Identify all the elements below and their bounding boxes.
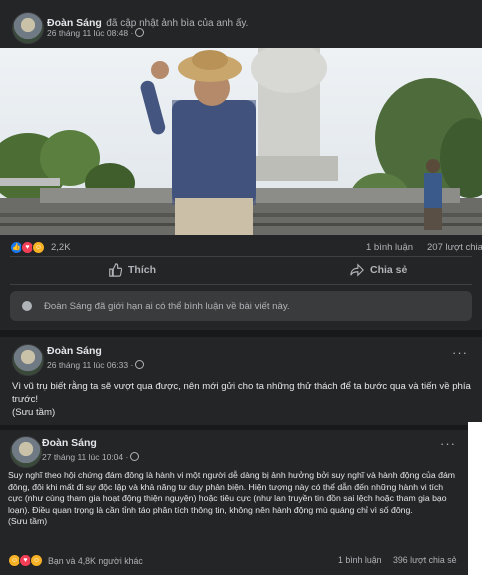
more-options-icon[interactable]: ··· xyxy=(452,345,468,360)
divider xyxy=(10,284,472,285)
page-edge xyxy=(468,422,482,575)
post-timestamp[interactable]: 26 tháng 11 lúc 08:48 · xyxy=(47,28,133,38)
post-card-cover-update: Đoàn Sáng đã cập nhật ảnh bìa của anh ấy… xyxy=(0,0,482,330)
reaction-text: Bạn và 4,8K người khác xyxy=(48,555,143,566)
share-button[interactable]: Chia sẻ xyxy=(350,263,407,277)
thumbs-up-icon xyxy=(109,263,122,277)
share-count[interactable]: 207 lượt chia xyxy=(427,242,482,253)
notice-text: Đoàn Sáng đã giới hạn ai có thể bình luậ… xyxy=(44,300,290,312)
reaction-count: 2,2K xyxy=(51,242,71,253)
author-name[interactable]: Đoàn Sáng xyxy=(47,345,102,357)
post-timestamp[interactable]: 27 tháng 11 lúc 10:04 · xyxy=(42,452,128,462)
laugh-reaction-icon: ☺ xyxy=(30,554,43,567)
author-name[interactable]: Đoàn Sáng xyxy=(42,437,97,449)
cover-photo[interactable] xyxy=(0,48,482,235)
more-options-icon[interactable]: ··· xyxy=(440,436,456,451)
share-count[interactable]: 396 lượt chia sẻ xyxy=(393,555,457,565)
post-text: Vì vũ trụ biết rằng ta sẽ vượt qua được,… xyxy=(12,381,471,405)
restriction-icon xyxy=(22,301,32,311)
post-source: (Sưu tầm) xyxy=(12,407,56,418)
haha-reaction-icon: ☺ xyxy=(32,241,45,254)
like-label: Thích xyxy=(128,264,156,276)
avatar[interactable] xyxy=(12,12,44,44)
divider xyxy=(10,256,472,257)
avatar[interactable] xyxy=(12,344,44,376)
globe-icon xyxy=(135,28,145,37)
post-timestamp[interactable]: 26 tháng 11 lúc 06:33 · xyxy=(47,360,133,370)
post-card-text: Đoàn Sáng 26 tháng 11 lúc 06:33 · ··· Vì… xyxy=(0,337,482,425)
globe-icon xyxy=(130,452,140,461)
post-card-text: Đoàn Sáng 27 tháng 11 lúc 10:04 · ··· Su… xyxy=(0,430,468,575)
post-text: Suy nghĩ theo hội chứng đám đông là hành… xyxy=(8,470,456,515)
post-source: (Sưu tầm) xyxy=(8,516,48,526)
share-label: Chia sẻ xyxy=(370,264,408,276)
comment-count[interactable]: 1 bình luận xyxy=(366,242,413,253)
reaction-summary[interactable]: 👍 ♥ ☺ 2,2K xyxy=(10,241,71,254)
like-button[interactable]: Thích xyxy=(108,263,156,277)
reaction-summary[interactable]: ☺ ♥ ☺ Bạn và 4,8K người khác xyxy=(8,554,143,567)
globe-icon xyxy=(135,360,145,369)
comment-restriction-notice: Đoàn Sáng đã giới hạn ai có thể bình luậ… xyxy=(10,291,472,321)
comment-count[interactable]: 1 bình luận xyxy=(338,555,382,565)
avatar[interactable] xyxy=(10,436,42,468)
share-arrow-icon xyxy=(350,263,364,277)
